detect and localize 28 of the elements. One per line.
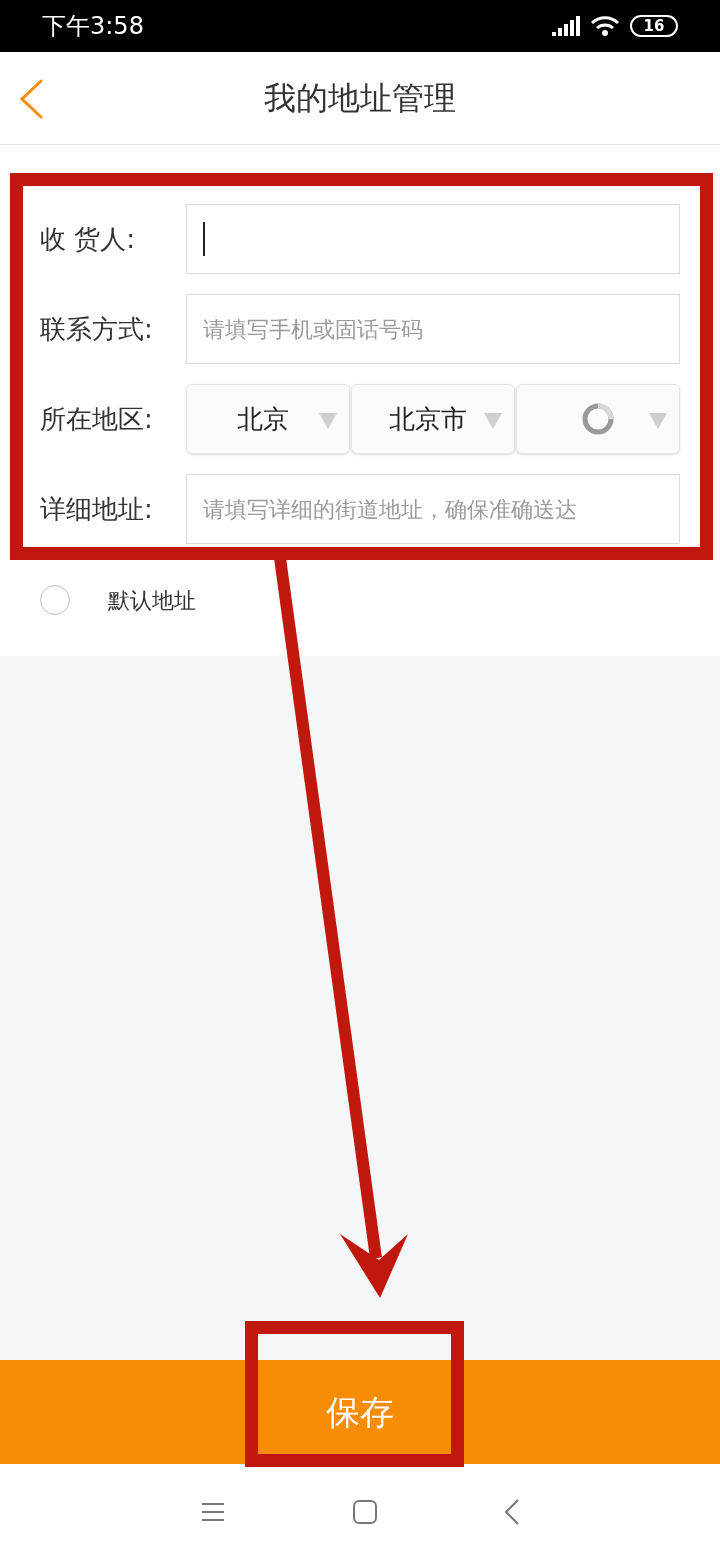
input-field[interactable] <box>186 204 680 274</box>
dropdown-triangle-icon <box>319 413 337 429</box>
menu-icon[interactable] <box>201 1502 225 1522</box>
dropdown-triangle-icon <box>649 413 667 429</box>
back-icon[interactable] <box>19 79 43 119</box>
field-label: 收 货人: <box>39 222 137 256</box>
page-title: 我的地址管理 <box>264 78 456 119</box>
input-field[interactable]: 请填写手机或固话号码 <box>186 294 680 364</box>
status-time: 下午3:58 <box>42 11 144 42</box>
save-button[interactable]: 保存 <box>0 1360 720 1464</box>
back-icon[interactable] <box>505 1499 519 1525</box>
battery-indicator: 16 <box>630 15 678 37</box>
home-icon[interactable] <box>353 1500 377 1524</box>
region-select[interactable] <box>516 384 680 454</box>
field-label: 所在地区: <box>39 402 154 436</box>
select-value: 北京 <box>237 402 289 436</box>
radio-button[interactable] <box>40 585 70 615</box>
region-select[interactable]: 北京市 <box>351 384 515 454</box>
default-address-label: 默认地址 <box>108 586 196 615</box>
signal-icon <box>552 16 580 36</box>
loading-spinner-icon <box>581 402 615 436</box>
select-value: 北京市 <box>389 402 467 436</box>
field-label: 详细地址: <box>39 492 154 526</box>
field-label: 联系方式: <box>39 312 154 346</box>
wifi-icon <box>590 15 620 37</box>
dropdown-triangle-icon <box>484 413 502 429</box>
input-field[interactable]: 请填写详细的街道地址，确保准确送达 <box>186 474 680 544</box>
region-select[interactable]: 北京 <box>186 384 350 454</box>
